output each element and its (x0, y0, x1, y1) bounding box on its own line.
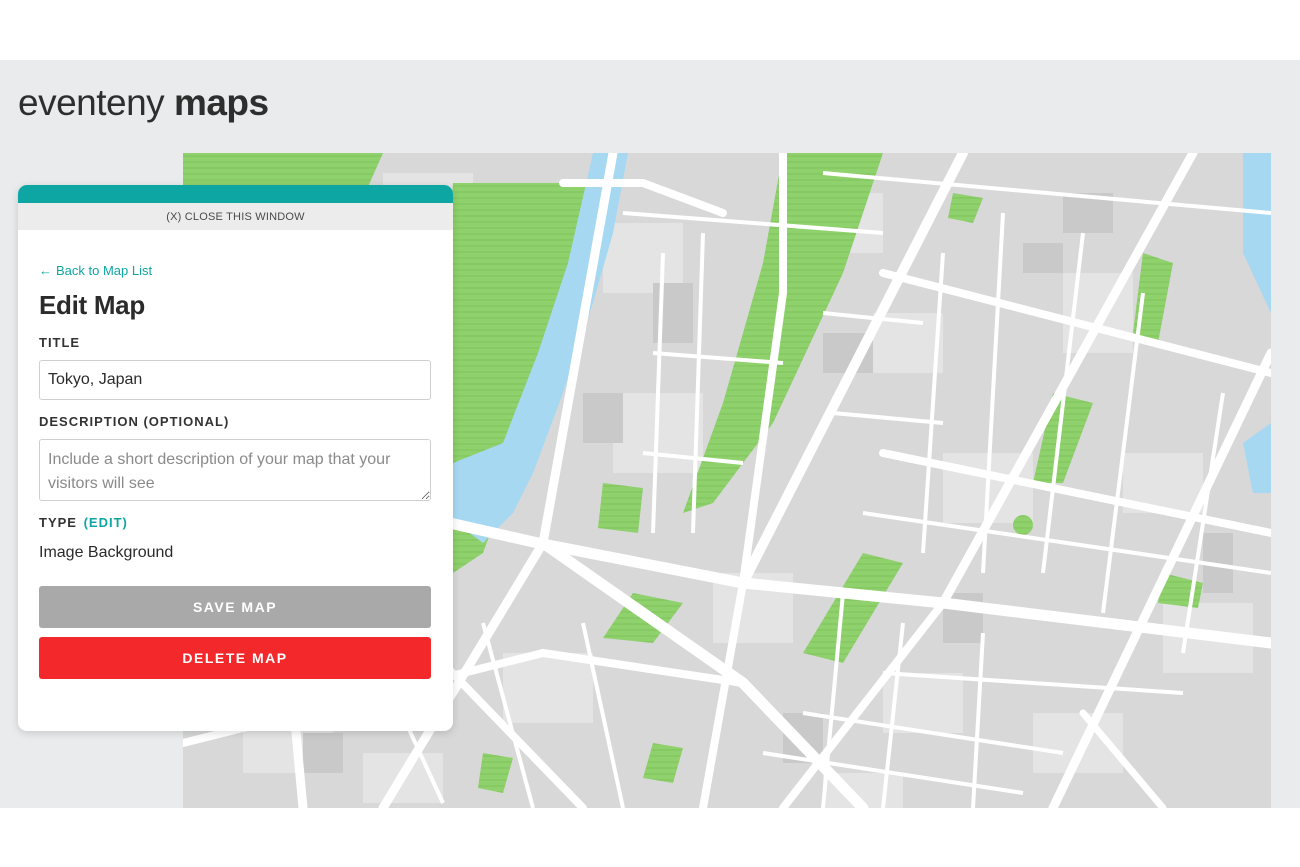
panel-accent-bar (18, 185, 453, 203)
type-label-text: TYPE (39, 515, 77, 530)
type-label: TYPE (EDIT) (39, 515, 432, 530)
panel-title: Edit Map (39, 290, 145, 320)
title-label: TITLE (39, 335, 81, 350)
brand-logo-bold: maps (173, 82, 269, 123)
type-value: Image Background (39, 544, 174, 561)
title-input[interactable] (39, 360, 431, 400)
brand-logo[interactable]: eventeny maps (18, 82, 269, 124)
description-label: DESCRIPTION (OPTIONAL) (39, 414, 230, 429)
close-window-button[interactable]: (X) CLOSE THIS WINDOW (18, 203, 453, 230)
app-frame: eventeny maps (X) CLOSE THIS WINDOW ← Ba… (0, 60, 1300, 808)
back-link-label: Back to Map List (56, 263, 153, 278)
back-to-map-list-link[interactable]: ← Back to Map List (39, 263, 152, 278)
panel-body: ← Back to Map List Edit Map TITLE DESCRIP… (18, 230, 453, 679)
type-edit-link[interactable]: (EDIT) (84, 515, 128, 530)
delete-map-button[interactable]: DELETE MAP (39, 637, 431, 679)
back-arrow-icon: ← (39, 263, 52, 278)
save-map-button[interactable]: SAVE MAP (39, 586, 431, 628)
brand-logo-light: eventeny (18, 82, 165, 123)
edit-map-panel: (X) CLOSE THIS WINDOW ← Back to Map List … (18, 185, 453, 731)
description-textarea[interactable] (39, 439, 431, 501)
